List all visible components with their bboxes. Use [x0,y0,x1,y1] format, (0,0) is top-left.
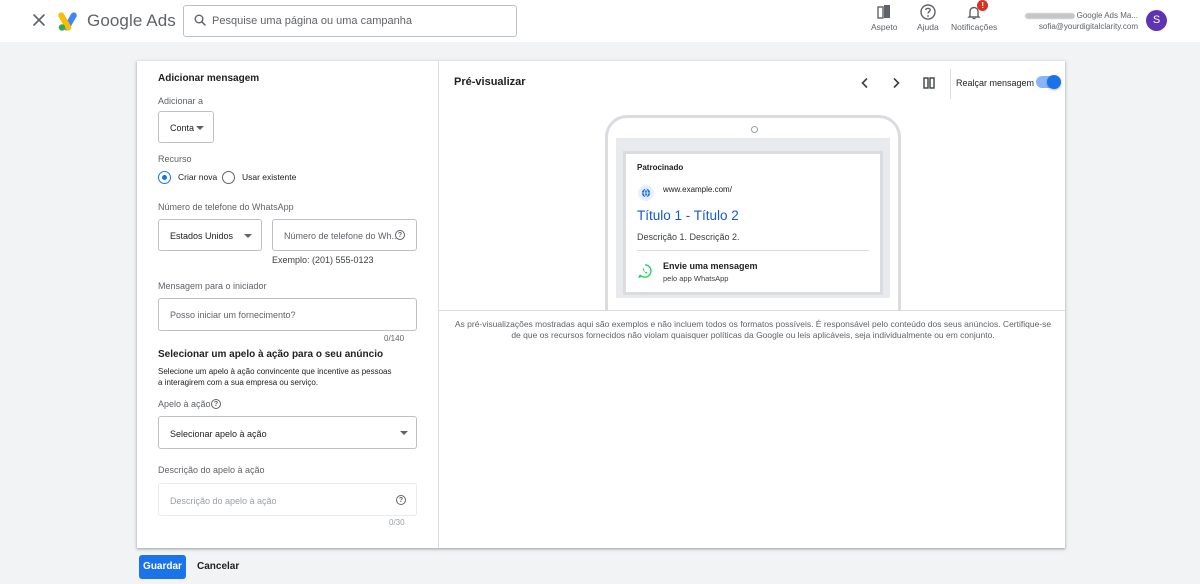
cta-description-input[interactable]: Descrição do apelo à ação ? [158,483,417,516]
app-name: Google Ads [87,11,176,30]
toolbar-divider [950,69,951,99]
split-view-icon[interactable] [921,75,937,91]
help-button[interactable]: Ajuda [917,3,939,32]
cta-dropdown[interactable]: Selecionar apelo à ação [158,416,417,449]
search-box[interactable] [183,5,517,37]
form-title: Adicionar mensagem [158,73,260,84]
globe-icon [638,185,654,201]
help-icon[interactable]: ? [211,399,221,409]
cta-description-placeholder: Descrição do apelo à ação [170,496,277,506]
appearance-button[interactable]: Aspeto [871,3,897,32]
add-to-dropdown[interactable]: Conta [158,111,214,143]
phone-camera [751,126,758,133]
ad-message-subtitle: pelo app WhatsApp [663,274,729,283]
cta-value: Selecionar apelo à ação [170,429,267,439]
cancel-button[interactable]: Cancelar [197,561,239,572]
starter-message-placeholder: Posso iniciar um fornecimento? [170,310,296,320]
cta-description-counter: 0/30 [389,518,405,527]
ad-headline: Título 1 - Título 2 [637,208,739,223]
cta-label: Apelo à ação [158,399,211,409]
whatsapp-icon [638,264,652,278]
country-dropdown[interactable]: Estados Unidos [158,219,262,251]
help-icon[interactable]: ? [396,495,406,505]
phone-number-input[interactable]: Número de telefone do Wh... ? [272,219,417,251]
radio-create-new[interactable] [158,171,171,184]
radio-use-existing[interactable] [222,171,235,184]
account-name: Google Ads Ma... [1076,11,1138,20]
redacted-account-id [1024,12,1075,19]
notifications-label: Notificações [951,22,998,32]
chevron-down-icon [400,431,408,435]
add-to-label: Adicionar a [158,96,204,106]
message-editor-card: Adicionar mensagem Adicionar a Conta Rec… [137,61,1065,548]
whatsapp-number-label: Número de telefone do WhatsApp [158,202,294,212]
phone-number-placeholder: Número de telefone do Wh... [284,231,400,241]
chevron-down-icon [244,234,252,238]
save-button[interactable]: Guardar [139,555,186,579]
appearance-label: Aspeto [871,22,898,32]
starter-message-label: Mensagem para o iniciador [158,281,267,291]
preview-title: Pré-visualizar [454,76,526,88]
search-icon [194,14,206,26]
preview-pane: Pré-visualizar Realçar mensagem Patrocin… [439,61,1065,548]
google-ads-logo-icon [58,12,77,31]
starter-message-counter: 0/140 [384,334,405,343]
chevron-down-icon [196,126,204,130]
phone-mockup: Patrocinado www.example.com/ Título 1 - … [605,115,901,311]
appearance-icon [877,5,891,19]
bell-icon-wrap: ! [965,0,989,21]
cta-section-desc-1: Selecione um apelo à ação convincente qu… [158,367,392,376]
search-input[interactable] [212,12,502,30]
highlight-message-label: Realçar mensagem [956,78,1035,88]
ad-url: www.example.com/ [663,185,732,194]
top-bar: Google Ads Aspeto Ajuda ! Notific [0,0,1200,42]
help-icon[interactable]: ? [395,230,405,240]
resource-label: Recurso [158,154,192,164]
preview-disclaimer: As pré-visualizações mostradas aqui são … [454,319,1052,340]
previous-icon[interactable] [857,75,873,91]
form-pane: Adicionar mensagem Adicionar a Conta Rec… [137,61,438,548]
help-icon [920,4,936,20]
close-icon[interactable] [30,11,48,29]
account-info[interactable]: Google Ads Ma... sofia@yourdigitalclarit… [1020,10,1138,32]
radio-use-existing-label[interactable]: Usar existente [242,172,296,182]
avatar[interactable]: S [1146,10,1167,31]
account-email: sofia@yourdigitalclarity.com [1038,22,1138,31]
radio-create-new-label[interactable]: Criar nova [178,172,217,182]
add-to-value: Conta [170,123,195,133]
ad-sponsored: Patrocinado [637,163,684,172]
phone-example: Exemplo: (201) 555-0123 [272,255,374,265]
next-icon[interactable] [888,75,904,91]
help-label: Ajuda [917,22,939,32]
notifications-button[interactable]: ! Notificações [951,0,998,32]
phone-screen: Patrocinado www.example.com/ Título 1 - … [616,138,890,298]
ad-preview: Patrocinado www.example.com/ Título 1 - … [626,154,880,292]
ad-divider [637,250,869,251]
highlight-message-toggle[interactable] [1036,75,1061,89]
ad-message-title: Envie uma mensagem [663,261,758,271]
preview-separator [439,310,1065,311]
cta-section-title: Selecionar um apelo à ação para o seu an… [158,349,384,360]
cta-section-desc-2: a interagirem com a sua empresa ou servi… [158,378,319,387]
starter-message-input[interactable]: Posso iniciar um fornecimento? [158,298,417,331]
cta-description-label: Descrição do apelo à ação [158,465,265,475]
notification-badge: ! [977,0,989,11]
ad-description: Descrição 1. Descrição 2. [637,232,740,242]
country-value: Estados Unidos [170,231,234,241]
